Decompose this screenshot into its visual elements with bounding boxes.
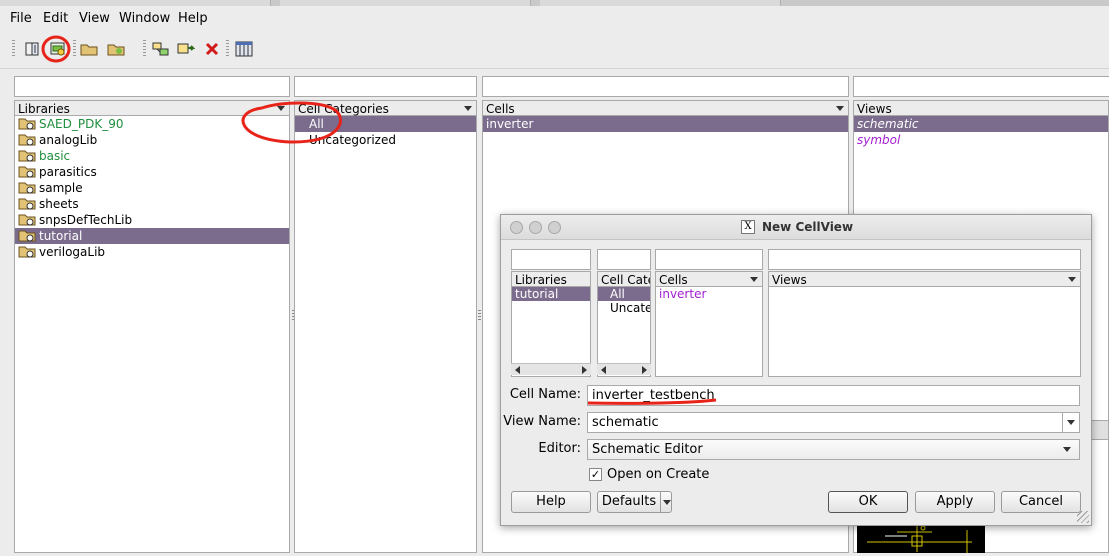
annotation-circle (41, 35, 71, 63)
annotation-underline (587, 398, 717, 405)
annotation-circle (241, 101, 342, 144)
annotation-overlay (41, 35, 717, 405)
